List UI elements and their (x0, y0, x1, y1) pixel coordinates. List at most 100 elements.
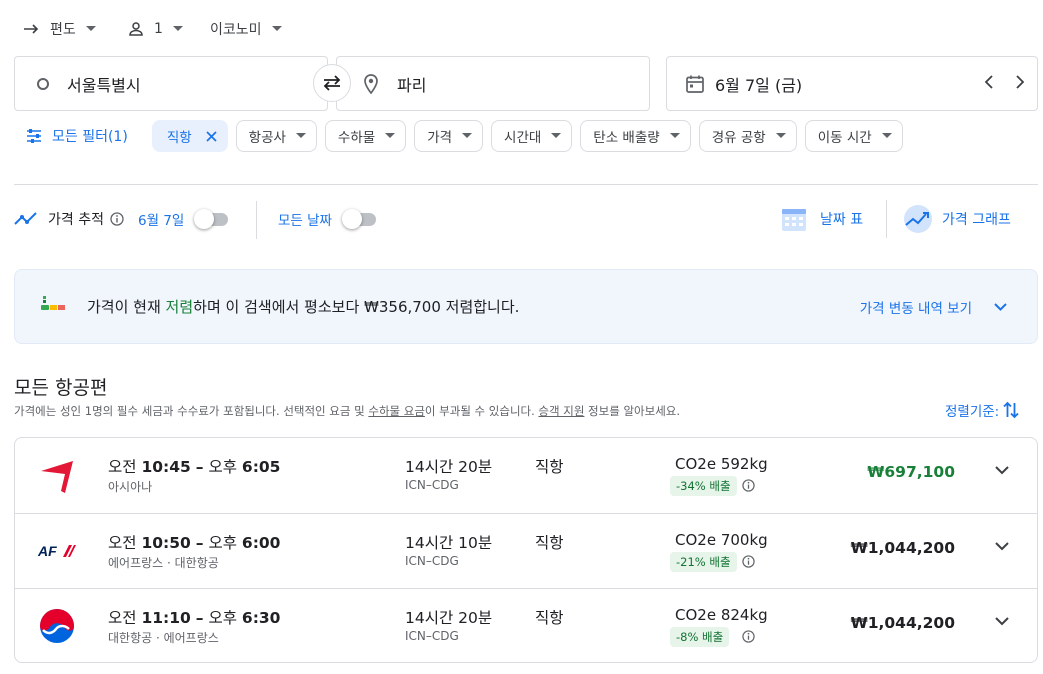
flight-result[interactable]: 오전 11:10 – 오후 6:30 대한항공 · 에어프랑스 14시간 20분… (15, 588, 1037, 663)
chip-label: 탄소 배출량 (593, 130, 660, 146)
arrive-time: 6:30 (241, 609, 281, 627)
chip-label: 수하물 (337, 130, 376, 146)
passenger-select[interactable]: 1 (128, 14, 183, 44)
price-graph-icon (904, 205, 932, 233)
arrive-time: 6:05 (241, 458, 281, 476)
chip-price[interactable]: 가격 (414, 120, 484, 152)
info-icon[interactable] (742, 479, 755, 492)
chip-bags[interactable]: 수하물 (324, 120, 407, 152)
results-title: 모든 항공편 (14, 377, 108, 399)
divider (14, 184, 1038, 185)
chevron-down-icon[interactable] (995, 542, 1009, 551)
track-date-label: 6월 7일 (137, 213, 185, 229)
price-history-link[interactable]: 가격 변동 내역 보기 (860, 297, 1007, 317)
time-separator: – (195, 534, 204, 552)
chip-label: 이동 시간 (817, 130, 872, 146)
info-icon[interactable] (742, 555, 755, 568)
arrive-time: 6:00 (241, 534, 281, 552)
flight-result[interactable]: AF 오전 10:50 – 오후 6:00 에어프랑스 · 대한항공 14시간 … (15, 513, 1037, 588)
cabin-class-label: 이코노미 (210, 22, 262, 38)
price-track-label: 가격 추적 (48, 212, 104, 228)
flight-price: ₩1,044,200 (850, 614, 955, 632)
note-middle: 이 부과될 수 있습니다. (424, 404, 539, 418)
trending-icon (14, 212, 37, 225)
date-grid-label: 날짜 표 (820, 212, 864, 228)
flight-duration: 14시간 20분 (405, 458, 493, 476)
next-date-button[interactable] (1016, 75, 1024, 89)
destination-field[interactable]: 파리 (336, 56, 650, 111)
prev-date-button[interactable] (985, 75, 993, 89)
sort-button[interactable]: 정렬기준: (945, 400, 1019, 420)
emission-badge: -8% 배출 (670, 627, 730, 647)
depart-time: 10:50 (141, 534, 191, 552)
chip-duration[interactable]: 이동 시간 (804, 120, 903, 152)
price-graph-label: 가격 그래프 (942, 212, 1011, 228)
co2-emissions: CO2e 592kg (675, 455, 768, 473)
chip-nonstop[interactable]: 직항 (151, 120, 228, 152)
caret-down-icon (881, 133, 892, 138)
info-icon[interactable] (742, 630, 755, 643)
depart-time: 10:45 (141, 458, 191, 476)
chip-airlines[interactable]: 항공사 (235, 120, 317, 152)
origin-value: 서울특별시 (67, 75, 141, 95)
swap-arrows-icon (323, 75, 341, 91)
cabin-class-select[interactable]: 이코노미 (210, 14, 282, 44)
origin-field[interactable]: 서울특별시 (14, 56, 328, 111)
price-level-icon (41, 296, 65, 310)
price-tracking: 가격 추적 6월 7일 (14, 208, 230, 230)
co2-emissions: CO2e 700kg (675, 531, 768, 549)
chip-label: 직항 (166, 130, 192, 146)
caret-down-icon (295, 133, 306, 138)
arrive-prefix: 오후 (208, 609, 237, 627)
trip-type-select[interactable]: 편도 (24, 14, 96, 44)
chip-label: 항공사 (248, 130, 286, 146)
depart-time: 11:10 (141, 609, 191, 627)
flight-stops: 직항 (535, 534, 564, 552)
airfrance-logo: AF (37, 531, 77, 571)
flight-duration: 14시간 10분 (405, 534, 493, 552)
insight-text: 가격이 현재 저렴하며 이 검색에서 평소보다 ₩356,700 저렴합니다. (87, 296, 519, 317)
date-grid-button[interactable]: 날짜 표 (780, 204, 863, 234)
baggage-fees-link[interactable]: 수하물 요금 (368, 404, 425, 418)
date-field[interactable]: 6월 7일 (금) (666, 56, 1038, 111)
all-dates-label: 모든 날짜 (278, 213, 332, 229)
price-history-label: 가격 변동 내역 보기 (859, 301, 972, 317)
flight-results-list: 오전 10:45 – 오후 6:05 아시아나 14시간 20분 ICN–CDG… (14, 437, 1038, 663)
caret-down-icon (775, 133, 786, 138)
flight-route: ICN–CDG (405, 554, 459, 568)
track-date-toggle[interactable] (194, 209, 230, 229)
chevron-down-icon[interactable] (995, 617, 1009, 626)
calendar-icon (686, 75, 704, 93)
chevron-down-icon[interactable] (995, 466, 1009, 475)
arrow-right-icon (24, 24, 39, 34)
close-icon[interactable] (206, 130, 217, 142)
caret-down-icon (385, 133, 396, 138)
chevron-down-icon (994, 303, 1007, 311)
date-grid-icon (782, 209, 806, 231)
passenger-count: 1 (154, 21, 163, 37)
price-graph-button[interactable]: 가격 그래프 (902, 204, 1011, 234)
depart-prefix: 오전 (108, 458, 137, 476)
info-icon[interactable] (110, 212, 124, 226)
flight-times: 오전 10:45 – 오후 6:05 (108, 455, 280, 477)
chip-emissions[interactable]: 탄소 배출량 (580, 120, 691, 152)
separator (886, 200, 887, 238)
destination-value: 파리 (397, 75, 427, 95)
price-insight-banner: 가격이 현재 저렴하며 이 검색에서 평소보다 ₩356,700 저렴합니다. … (14, 269, 1038, 344)
all-filters-button[interactable]: 모든 필터(1) (26, 126, 128, 146)
passenger-assistance-link[interactable]: 승객 지원 (538, 404, 584, 418)
chip-times[interactable]: 시간대 (491, 120, 573, 152)
chip-connecting-airports[interactable]: 경유 공항 (698, 120, 797, 152)
all-dates-toggle[interactable] (341, 209, 378, 229)
emission-badge: -21% 배출 (670, 552, 737, 572)
tune-icon (27, 129, 41, 143)
separator (256, 201, 257, 239)
chevron-right-icon (1016, 75, 1024, 89)
trip-type-label: 편도 (50, 22, 76, 38)
flight-result[interactable]: 오전 10:45 – 오후 6:05 아시아나 14시간 20분 ICN–CDG… (15, 438, 1037, 513)
note-suffix: 정보를 알아보세요. (584, 404, 681, 418)
flight-price: ₩1,044,200 (850, 539, 955, 557)
arrive-prefix: 오후 (208, 534, 237, 552)
flight-price: ₩697,100 (867, 463, 955, 481)
swap-button[interactable] (313, 64, 351, 102)
